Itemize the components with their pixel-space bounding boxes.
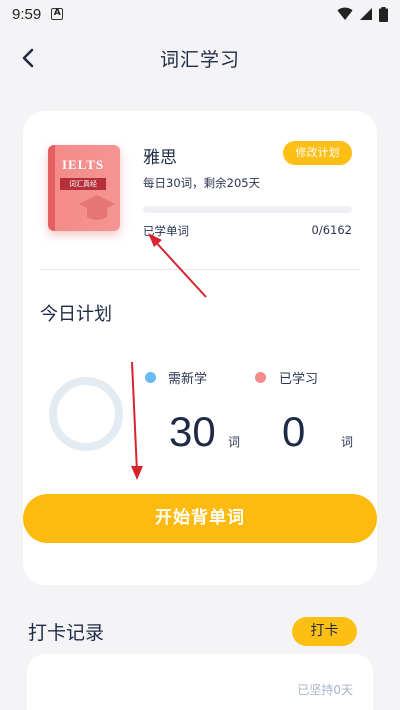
progress-ring xyxy=(49,377,123,451)
battery-icon xyxy=(379,6,388,22)
learned-today-count: 0 xyxy=(282,408,306,455)
learned-today-unit: 词 xyxy=(341,435,354,449)
app-header: 词汇学习 xyxy=(0,36,400,80)
page-title: 词汇学习 xyxy=(159,48,240,71)
wifi-icon xyxy=(337,7,353,20)
checkin-record-title: 打卡记录 xyxy=(28,622,105,644)
learned-words-label: 已学单词 xyxy=(143,224,189,238)
edit-plan-button[interactable]: 修改计划 xyxy=(283,141,352,165)
divider xyxy=(40,269,360,270)
learned-words-count: 0/6162 xyxy=(311,223,352,237)
daily-plan-info: 每日30词，剩余205天 xyxy=(143,176,261,190)
checkin-button[interactable]: 打卡 xyxy=(292,617,357,646)
status-bar: 9:59 A xyxy=(0,0,400,28)
book-cover-subtitle: 词汇真经 xyxy=(60,178,106,190)
streak-days-text: 已坚持0天 xyxy=(297,683,353,697)
signal-icon xyxy=(360,8,372,20)
new-words-count: 30 xyxy=(169,408,216,455)
checkin-card: 已坚持0天 xyxy=(27,654,373,710)
legend-new-dot xyxy=(145,372,156,383)
status-time: 9:59 xyxy=(12,5,42,23)
new-words-unit: 词 xyxy=(228,435,241,449)
today-plan-title: 今日计划 xyxy=(40,304,112,325)
legend-learned-label: 已学习 xyxy=(279,372,319,387)
book-cover[interactable]: IELTS 词汇真经 xyxy=(48,145,120,231)
graduation-cap-icon xyxy=(79,195,115,220)
back-button[interactable] xyxy=(14,44,42,72)
legend-learned-dot xyxy=(255,372,266,383)
course-name: 雅思 xyxy=(143,148,177,168)
book-cover-title: IELTS xyxy=(62,157,105,172)
status-icons xyxy=(337,6,388,22)
start-memorize-button[interactable]: 开始背单词 xyxy=(23,494,377,543)
notification-app-icon: A xyxy=(51,8,64,20)
learned-progress-bar xyxy=(143,206,352,213)
chevron-left-icon xyxy=(22,48,34,68)
legend-new-label: 需新学 xyxy=(168,372,208,387)
